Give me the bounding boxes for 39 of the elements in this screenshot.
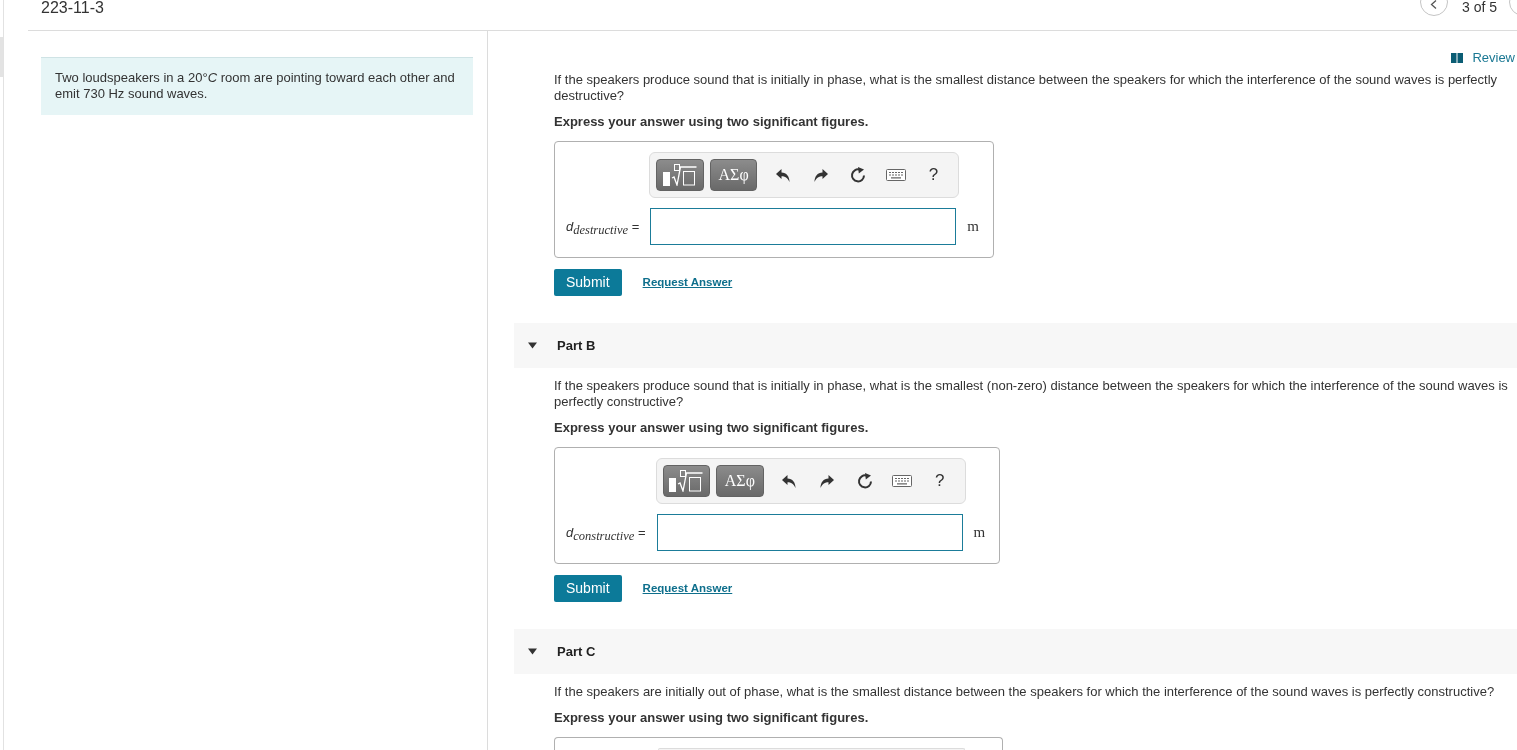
submit-button[interactable]: Submit: [554, 269, 622, 296]
redo-icon: [813, 168, 828, 182]
template-button[interactable]: [656, 159, 704, 191]
page-counter: 3 of 5: [1461, 0, 1497, 14]
reset-icon: [856, 473, 873, 489]
keyboard-icon: [885, 169, 906, 181]
page-title: 223-11-3: [40, 0, 104, 16]
question-text: If the speakers produce sound that is initially in phase, what is the smallest distance between the speakers for which the interference of the sound waves is perfectly destructive?: [554, 72, 1498, 104]
review-link[interactable]: Review: [1451, 50, 1515, 66]
submit-button[interactable]: Submit: [554, 575, 622, 602]
problem-text: Two loudspeakers in a 20°C room are pointing toward each other and emit 730 Hz sound waves.: [55, 70, 456, 102]
radical-template-icon: [669, 470, 704, 492]
instruction-text: Express your answer using two significant figures.: [554, 420, 870, 436]
instruction-text: Express your answer using two significant figures.: [554, 710, 870, 726]
unit-label: m: [967, 217, 979, 237]
symbols-button[interactable]: ΑΣφ: [716, 465, 764, 497]
book-icon: [1451, 53, 1464, 63]
question-text: If the speakers produce sound that is initially in phase, what is the smallest (non-zero) distance between the speakers for which the interference of the sound waves is perfectly constructive?: [554, 378, 1509, 410]
answer-input[interactable]: [656, 514, 963, 551]
previous-button[interactable]: [1419, 0, 1448, 16]
undo-icon: [776, 168, 791, 182]
help-button[interactable]: ?: [914, 159, 953, 191]
part-header[interactable]: Part B: [514, 323, 1517, 368]
redo-icon: [819, 474, 834, 488]
unit-label: m: [973, 523, 986, 543]
chevron-left-icon: [1429, 0, 1437, 9]
symbols-button[interactable]: ΑΣφ: [709, 159, 758, 191]
part-header[interactable]: Part C: [514, 629, 1517, 674]
question-text: If the speakers are initially out of phase, what is the smallest distance between the speakers for which the interference of the sound waves is perfectly constructive?: [554, 684, 1496, 700]
answer-input[interactable]: [650, 208, 957, 245]
help-button[interactable]: ?: [920, 465, 959, 497]
request-answer-link[interactable]: Request Answer: [642, 273, 733, 292]
keyboard-icon: [892, 475, 913, 487]
instruction-text: Express your answer using two significant figures.: [554, 114, 870, 130]
template-button[interactable]: [662, 465, 711, 497]
undo-icon: [782, 474, 797, 488]
reset-icon: [850, 167, 867, 183]
radical-template-icon: [663, 164, 698, 186]
request-answer-link[interactable]: Request Answer: [642, 579, 733, 598]
